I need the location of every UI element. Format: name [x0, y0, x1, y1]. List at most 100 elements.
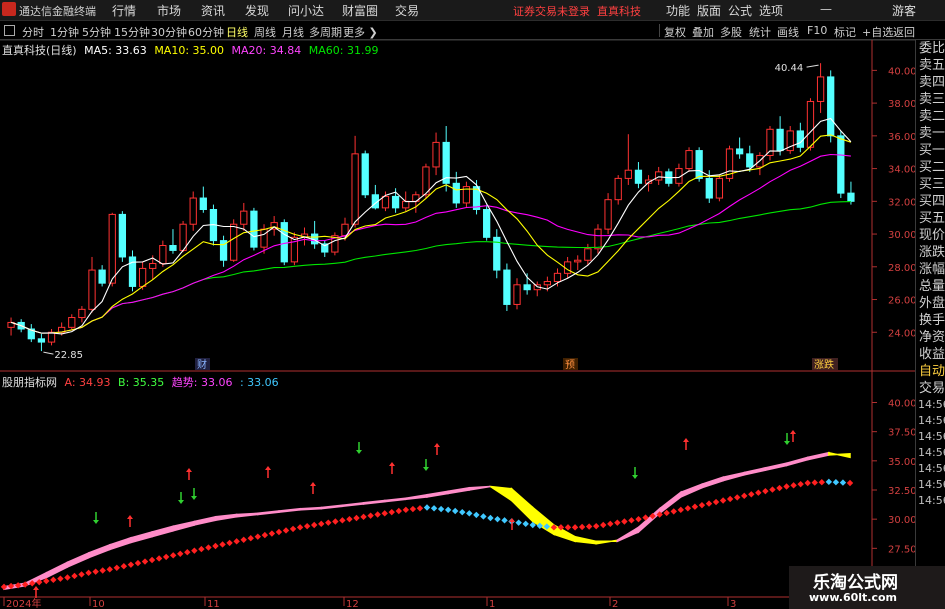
ab-ribbon-segment	[595, 539, 619, 545]
period-multi[interactable]: 多周期	[309, 24, 342, 40]
period-more[interactable]: 更多 ❯	[343, 24, 378, 40]
period-1min[interactable]: 1分钟	[50, 24, 79, 40]
menu-item-banmian[interactable]: 版面	[697, 2, 721, 19]
minimize-icon[interactable]: —	[820, 2, 832, 16]
time-tick-label: 10	[92, 599, 105, 609]
candle-body	[47, 331, 56, 343]
tick-time-6: 14:56	[918, 494, 945, 507]
side-field-0[interactable]: 委比	[916, 40, 945, 57]
auto-trade-item-0[interactable]: 自动	[916, 363, 945, 380]
tool-duogu[interactable]: 多股	[720, 24, 742, 40]
price-tick-label: 36.00	[888, 132, 915, 143]
panel-toggle-icon[interactable]	[4, 25, 15, 36]
trend-dot	[684, 505, 692, 512]
side-field-12[interactable]: 涨跌	[916, 244, 945, 261]
kline-chart-svg[interactable]: 40.00 38.00 36.00 34.00 32.00 30.00 28.00 26.00…	[0, 40, 915, 609]
side-field-4[interactable]: 卖二	[916, 108, 945, 125]
ab-ribbon-segment	[214, 513, 238, 522]
trend-dot	[275, 528, 283, 536]
side-field-14[interactable]: 总量	[916, 278, 945, 295]
menu-item-xuanxiang[interactable]: 选项	[759, 2, 783, 19]
side-field-15[interactable]: 外盘	[916, 295, 945, 312]
side-field-2[interactable]: 卖四	[916, 74, 945, 91]
period-week[interactable]: 周线	[254, 24, 276, 40]
period-5min[interactable]: 5分钟	[82, 24, 111, 40]
tool-tongji[interactable]: 统计	[749, 24, 771, 40]
ab-ribbon-segment	[426, 490, 449, 498]
candle-body	[655, 171, 663, 181]
chart-area[interactable]: 40.00 38.00 36.00 34.00 32.00 30.00 28.00 26.00…	[0, 40, 915, 609]
tool-biaoji[interactable]: 标记	[834, 24, 856, 40]
trend-dot	[254, 533, 261, 540]
side-field-5[interactable]: 卖一	[916, 125, 945, 142]
trend-dot	[92, 568, 99, 575]
ab-ribbon-segment	[764, 462, 788, 472]
menu-item-caifuquan[interactable]: 财富圈	[342, 2, 378, 19]
side-field-10[interactable]: 买五	[916, 210, 945, 227]
indicator-name[interactable]: 股朋指标网	[2, 376, 57, 389]
menu-item-zixun[interactable]: 资讯	[201, 2, 225, 19]
menu-item-wenxiaoda[interactable]: 问小达	[288, 2, 324, 19]
tool-back[interactable]: 返回	[893, 24, 915, 40]
price-tick-label: 40.00	[888, 66, 915, 77]
trend-dot	[198, 545, 205, 553]
menu-item-shichang[interactable]: 市场	[157, 2, 181, 19]
ab-ribbon-segment	[362, 499, 386, 505]
period-month[interactable]: 月线	[282, 24, 304, 40]
tool-f10[interactable]: F10	[807, 24, 827, 37]
side-field-7[interactable]: 买二	[916, 159, 945, 176]
side-field-16[interactable]: 换手	[916, 312, 945, 329]
candle-body	[705, 177, 713, 199]
candle-body	[88, 269, 96, 310]
ab-ribbon-segment	[658, 490, 682, 515]
side-field-17[interactable]: 净资	[916, 329, 945, 346]
side-field-6[interactable]: 买一	[916, 142, 945, 159]
ab-ribbon-segment	[87, 543, 111, 559]
tool-fuquan[interactable]: 复权	[664, 24, 686, 40]
trend-dot	[663, 509, 670, 517]
menu-item-gongneng[interactable]: 功能	[666, 2, 690, 19]
period-60min[interactable]: 60分钟	[188, 24, 224, 40]
ab-ribbon-segment	[806, 451, 830, 461]
period-day[interactable]: 日线	[226, 24, 248, 40]
side-field-8[interactable]: 买三	[916, 176, 945, 193]
tool-diejia[interactable]: 叠加	[692, 24, 714, 40]
trend-dot	[614, 519, 621, 526]
trend-dot	[783, 483, 790, 490]
ab-ribbon-segment	[785, 456, 809, 467]
period-fenshi[interactable]: 分时	[22, 24, 44, 40]
side-field-13[interactable]: 涨幅	[916, 261, 945, 278]
period-30min[interactable]: 30分钟	[151, 24, 187, 40]
ab-ribbon-segment	[828, 451, 851, 459]
side-field-11[interactable]: 现价	[916, 227, 945, 244]
menu-item-hangqing[interactable]: 行情	[112, 2, 136, 19]
candle-body	[483, 209, 491, 238]
ab-ribbon-segment	[320, 504, 344, 510]
ab-ribbon-segment	[574, 535, 597, 545]
menu-item-gongshi[interactable]: 公式	[728, 2, 752, 19]
legend-trend: 趋势: 33.06	[171, 376, 233, 389]
menu-item-jiaoyi[interactable]: 交易	[395, 2, 419, 19]
candle-body	[776, 128, 784, 152]
trend-dot	[712, 498, 720, 506]
quote-side-panel: 委比 卖五 卖四 卖三 卖二 卖一 买一 买二 买三 买四 买五 现价 涨跌 涨幅 总量 外盘 换手 净资 收益 自…	[915, 40, 945, 609]
side-field-9[interactable]: 买四	[916, 193, 945, 210]
side-field-18[interactable]: 收益	[916, 346, 945, 363]
period-15min[interactable]: 15分钟	[114, 24, 150, 40]
tool-huaxian[interactable]: 画线	[777, 24, 799, 40]
trend-dot	[600, 521, 607, 529]
menu-item-faxian[interactable]: 发现	[245, 2, 269, 19]
ab-ribbon-segment	[468, 485, 491, 491]
trend-dot	[78, 571, 85, 578]
ab-ribbon-segment	[637, 507, 661, 534]
side-field-1[interactable]: 卖五	[916, 57, 945, 74]
side-field-3[interactable]: 卖三	[916, 91, 945, 108]
tool-add-watchlist[interactable]: +自选	[862, 24, 893, 40]
price-tick-label: 24.00	[888, 328, 915, 339]
guest-user[interactable]: 游客	[892, 2, 916, 19]
auto-trade-item-1[interactable]: 交易	[916, 380, 945, 397]
login-notice[interactable]: 证券交易未登录 直真科技	[513, 3, 641, 19]
trend-dot	[635, 515, 642, 523]
trend-dot	[466, 510, 473, 517]
candle-body	[796, 130, 804, 148]
